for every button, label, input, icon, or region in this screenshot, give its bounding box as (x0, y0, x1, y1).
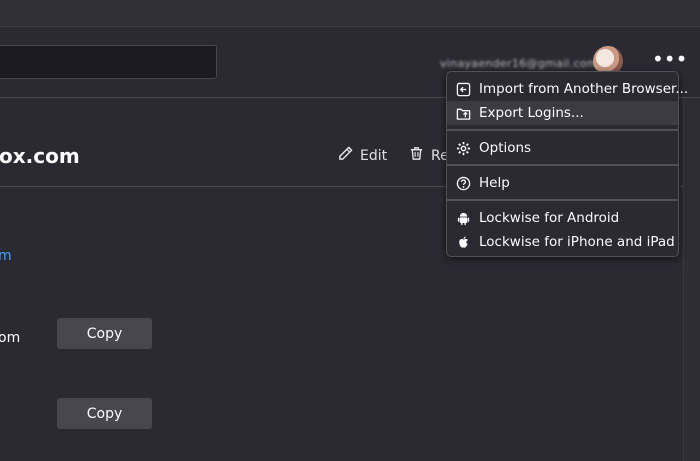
gear-icon (455, 140, 471, 156)
username-value: om (0, 330, 21, 346)
menu-item-lockwise-android[interactable]: Lockwise for Android (447, 206, 678, 230)
edit-label: Edit (360, 147, 388, 164)
menu-item-label: Export Logins... (479, 105, 584, 121)
copy-password-button[interactable]: Copy (57, 398, 152, 429)
menu-item-label: Help (479, 175, 510, 191)
more-menu: Import from Another Browser... Export Lo… (446, 71, 688, 257)
export-icon (455, 105, 471, 121)
browser-top-strip (0, 0, 700, 27)
remove-button[interactable]: Re (409, 146, 449, 165)
menu-item-label: Lockwise for Android (479, 210, 620, 226)
menu-item-lockwise-iphone[interactable]: Lockwise for iPhone and iPad (447, 230, 678, 254)
help-icon (455, 175, 471, 191)
trash-icon (409, 146, 424, 165)
site-link[interactable]: m (0, 248, 12, 264)
apple-icon (455, 234, 471, 250)
menu-item-label: Import from Another Browser... (479, 81, 689, 97)
menu-item-options[interactable]: Options (447, 136, 678, 160)
login-title: ox.com (0, 144, 80, 168)
menu-separator (447, 164, 678, 166)
android-icon (455, 210, 471, 226)
copy-username-button[interactable]: Copy (57, 318, 152, 349)
search-input[interactable] (0, 45, 217, 79)
menu-separator (447, 129, 678, 131)
menu-item-help[interactable]: Help (447, 171, 678, 195)
pencil-icon (338, 146, 353, 165)
edit-button[interactable]: Edit (338, 146, 387, 165)
menu-item-label: Options (479, 140, 532, 156)
import-icon (455, 81, 471, 97)
scrollbar[interactable] (683, 98, 700, 461)
menu-item-export[interactable]: Export Logins... (447, 101, 678, 125)
menu-item-import[interactable]: Import from Another Browser... (447, 77, 688, 101)
account-email: vinayaender16@gmail.com (440, 57, 598, 70)
menu-separator (447, 199, 678, 201)
menu-item-label: Lockwise for iPhone and iPad (479, 234, 675, 250)
